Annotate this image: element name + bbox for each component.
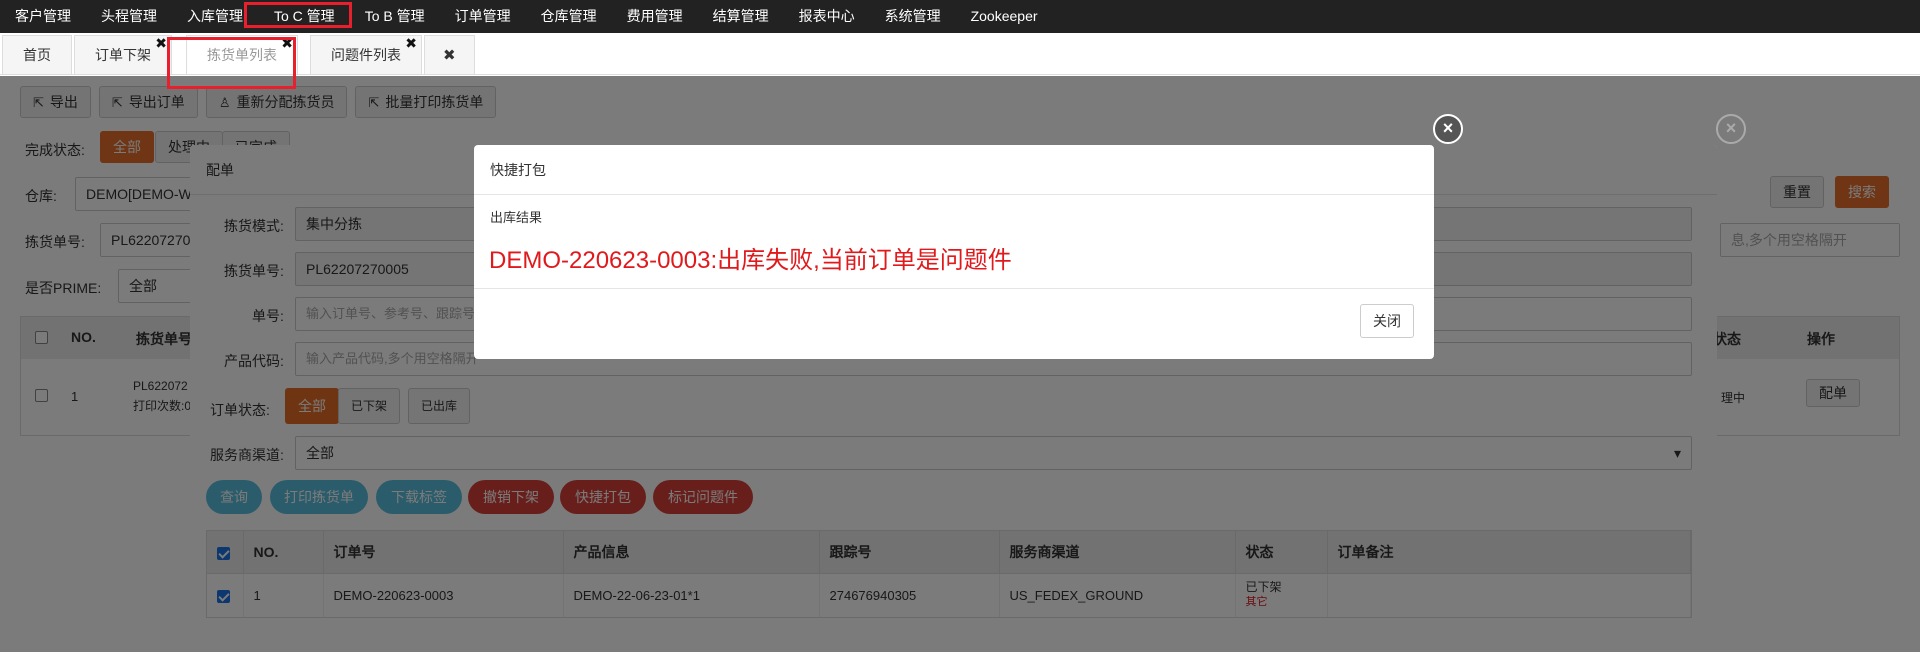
close-all-tabs-button[interactable]: ✖: [424, 35, 475, 74]
close-icon[interactable]: ×: [1716, 114, 1746, 144]
nav-orders[interactable]: 订单管理: [440, 0, 526, 33]
nav-customer[interactable]: 客户管理: [0, 0, 86, 33]
tab-label: 问题件列表: [331, 47, 401, 63]
close-icon[interactable]: ✖: [405, 24, 417, 63]
result-message: DEMO-220623-0003:出库失败,当前订单是问题件: [489, 247, 1012, 274]
tab-label: 首页: [23, 47, 51, 63]
close-icon[interactable]: ×: [1433, 114, 1463, 144]
close-icon[interactable]: ✖: [155, 24, 167, 63]
nav-zookeeper[interactable]: Zookeeper: [956, 0, 1053, 33]
nav-fees[interactable]: 费用管理: [612, 0, 698, 33]
quick-pack-modal: 快捷打包 出库结果 DEMO-220623-0003:出库失败,当前订单是问题件…: [474, 145, 1434, 359]
modal-footer-divider: [474, 288, 1434, 289]
nav-system[interactable]: 系统管理: [870, 0, 956, 33]
highlight-box-nav: [244, 2, 352, 28]
result-label: 出库结果: [490, 210, 543, 225]
tab-problem-list[interactable]: 问题件列表 ✖: [310, 35, 422, 74]
tab-order-unshelve[interactable]: 订单下架 ✖: [74, 35, 172, 74]
tab-home[interactable]: 首页: [2, 35, 72, 74]
modal-title: 快捷打包: [474, 145, 1434, 195]
close-button[interactable]: 关闭: [1360, 304, 1414, 338]
nav-warehouse[interactable]: 仓库管理: [526, 0, 612, 33]
nav-settlement[interactable]: 结算管理: [698, 0, 784, 33]
highlight-box-tab: [167, 37, 296, 89]
close-icon: ✖: [443, 47, 456, 64]
nav-tob[interactable]: To B 管理: [350, 0, 440, 33]
nav-reports[interactable]: 报表中心: [784, 0, 870, 33]
tab-label: 订单下架: [95, 47, 151, 63]
